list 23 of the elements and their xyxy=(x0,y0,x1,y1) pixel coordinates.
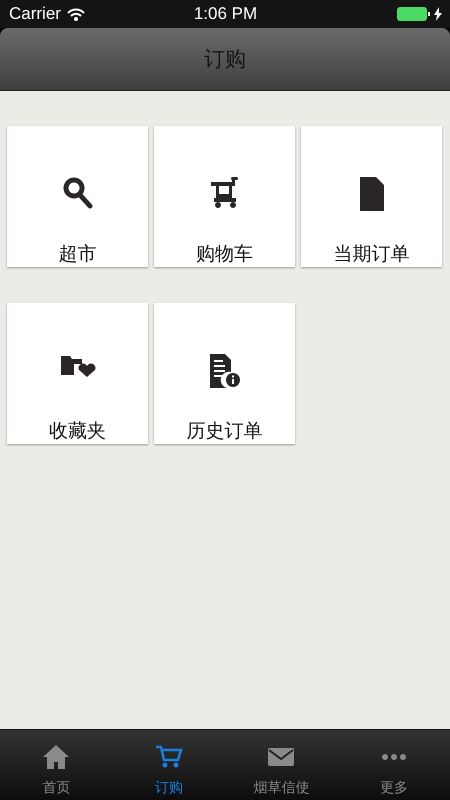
page-title: 订购 xyxy=(204,46,246,73)
tab[interactable]: 订购 xyxy=(112,730,225,800)
more-icon xyxy=(380,754,408,760)
carrier-text: Carrier xyxy=(9,4,61,24)
home-icon xyxy=(42,744,70,770)
wifi-icon xyxy=(66,8,85,20)
folder-heart-icon xyxy=(60,353,96,379)
menu-tile[interactable]: 历史订单 xyxy=(154,303,295,444)
cart-icon xyxy=(154,744,183,770)
tab[interactable]: 烟草信使 xyxy=(225,730,338,800)
menu-tile[interactable]: 当期订单 xyxy=(301,126,442,267)
cart-icon xyxy=(208,176,240,210)
menu-tile[interactable]: 超市 xyxy=(7,126,148,267)
menu-tile[interactable]: 收藏夹 xyxy=(7,303,148,444)
battery-icon xyxy=(397,7,431,21)
tab[interactable]: 首页 xyxy=(0,730,112,800)
document-info-icon xyxy=(208,353,240,389)
clock-text: 1:06 PM xyxy=(194,4,258,24)
menu-tile[interactable]: 购物车 xyxy=(154,126,295,267)
document-icon xyxy=(358,176,386,212)
tab[interactable]: 更多 xyxy=(338,730,450,800)
charging-icon xyxy=(434,7,442,21)
search-icon xyxy=(62,176,94,210)
